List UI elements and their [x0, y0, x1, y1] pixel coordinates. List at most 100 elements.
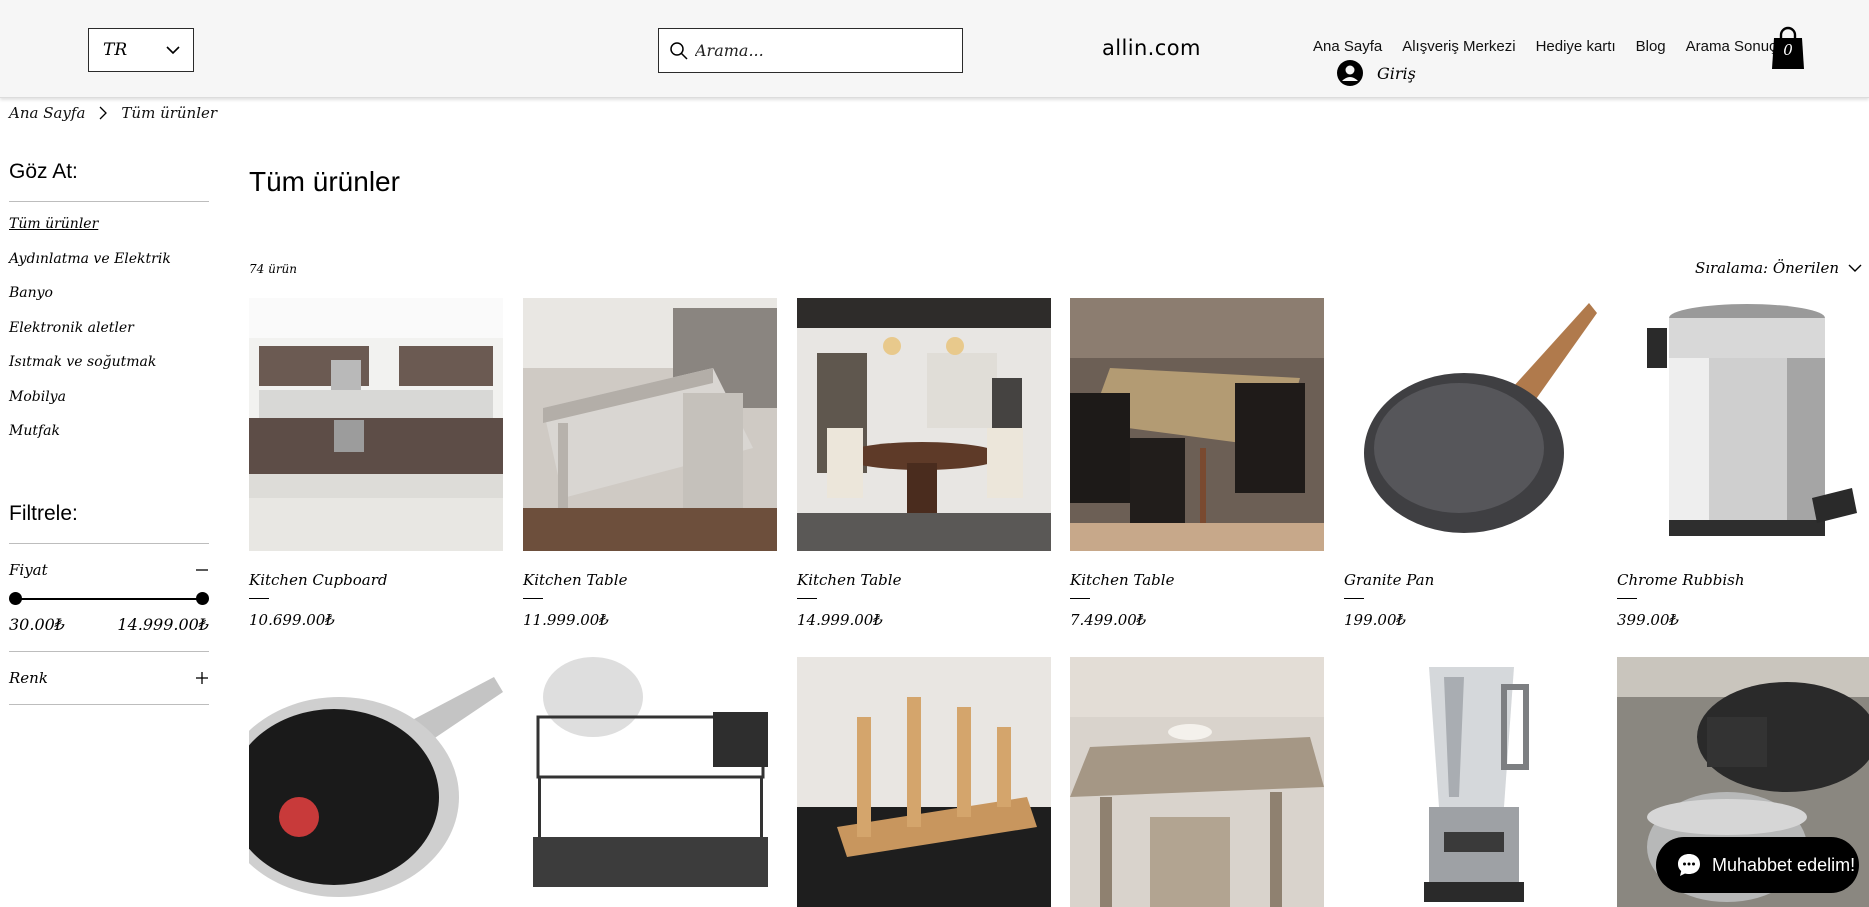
product-name: Granite Pan — [1344, 571, 1435, 589]
round-dining-table-image — [797, 298, 1051, 551]
product-image[interactable] — [523, 657, 777, 907]
search-icon — [670, 41, 688, 60]
product-price: 10.699.00₺ — [249, 611, 335, 629]
breadcrumb: Ana Sayfa Tüm ürünler — [9, 104, 217, 122]
product-card[interactable] — [1070, 657, 1324, 907]
product-price: 199.00₺ — [1344, 611, 1407, 629]
chat-label: Muhabbet edelim! — [1712, 854, 1856, 875]
product-count: 74 ürün — [249, 262, 298, 276]
price-max-value: 14.999.00₺ — [117, 614, 209, 634]
product-price: 11.999.00₺ — [523, 611, 609, 629]
category-item-electronics[interactable]: Elektronik aletler — [9, 320, 209, 355]
user-avatar-icon — [1337, 60, 1363, 86]
glass-dining-table-image — [523, 298, 777, 551]
search-box[interactable] — [658, 28, 963, 73]
nav-blog[interactable]: Blog — [1636, 38, 1666, 55]
product-price: 7.499.00₺ — [1070, 611, 1147, 629]
price-range-slider[interactable] — [9, 589, 209, 609]
divider — [797, 598, 817, 599]
product-image[interactable] — [1344, 298, 1598, 551]
nav-shop[interactable]: Alışveriş Merkezi — [1402, 38, 1515, 55]
product-card[interactable] — [797, 657, 1051, 907]
product-image[interactable] — [797, 298, 1051, 551]
sidebar: Göz At: Tüm ürünler Aydınlatma ve Elektr… — [9, 160, 209, 705]
wooden-plate-rack-image — [797, 657, 1051, 907]
category-item-lighting[interactable]: Aydınlatma ve Elektrik — [9, 251, 209, 286]
product-image[interactable] — [1070, 298, 1324, 551]
nav-home[interactable]: Ana Sayfa — [1313, 38, 1382, 55]
divider — [1617, 598, 1637, 599]
product-image[interactable] — [523, 298, 777, 551]
granite-pan-image — [1344, 298, 1598, 551]
product-image[interactable] — [797, 657, 1051, 907]
divider — [249, 598, 269, 599]
slider-handle-min[interactable] — [9, 591, 22, 605]
product-card[interactable] — [1344, 657, 1598, 907]
chrome-rubbish-bin-image — [1617, 298, 1869, 551]
product-name: Kitchen Cupboard — [249, 571, 388, 589]
product-name: Chrome Rubbish — [1617, 571, 1745, 589]
divider — [9, 201, 209, 202]
slider-handle-max[interactable] — [196, 591, 209, 605]
product-card[interactable]: Kitchen Table 14.999.00₺ — [797, 298, 1051, 629]
frying-pan-image — [249, 657, 503, 907]
browse-heading: Göz At: — [9, 160, 78, 183]
product-image[interactable] — [249, 657, 503, 907]
product-card[interactable]: Granite Pan 199.00₺ — [1344, 298, 1598, 629]
product-card[interactable]: Kitchen Cupboard 10.699.00₺ — [249, 298, 503, 629]
product-name: Kitchen Table — [797, 571, 902, 589]
minus-icon — [196, 568, 208, 571]
nav-gift-card[interactable]: Hediye kartı — [1536, 38, 1616, 55]
price-filter-toggle[interactable]: Fiyat — [9, 561, 209, 579]
login-button[interactable]: Giriş — [1337, 60, 1416, 86]
breadcrumb-home[interactable]: Ana Sayfa — [9, 104, 85, 122]
search-input[interactable] — [695, 41, 945, 60]
kitchen-cupboard-image — [249, 298, 503, 551]
product-image[interactable] — [1070, 657, 1324, 907]
product-card[interactable] — [249, 657, 503, 907]
product-name: Kitchen Table — [1070, 571, 1175, 589]
chevron-down-icon — [1848, 264, 1862, 272]
plus-icon — [196, 671, 208, 684]
price-filter-label: Fiyat — [9, 560, 48, 579]
site-logo[interactable]: allin.com — [1102, 36, 1201, 60]
page-title: Tüm ürünler — [249, 166, 400, 197]
price-range-values: 30.00₺ 14.999.00₺ — [9, 615, 209, 634]
category-item-furniture[interactable]: Mobilya — [9, 389, 209, 424]
divider — [9, 703, 209, 705]
divider — [9, 542, 209, 544]
cart-count: 0 — [1783, 41, 1793, 59]
blender-image — [1344, 657, 1598, 907]
language-value: TR — [103, 40, 128, 60]
chevron-down-icon — [166, 46, 180, 55]
main-nav: Ana Sayfa Alışveriş Merkezi Hediye kartı… — [1303, 38, 1807, 55]
wooden-dining-table-image — [1070, 298, 1324, 551]
product-image[interactable] — [1617, 298, 1869, 551]
site-header: TR allin.com Ana Sayfa Alışveriş Merkezi… — [0, 0, 1869, 98]
price-min-value: 30.00₺ — [9, 614, 65, 634]
product-image[interactable] — [1344, 657, 1598, 907]
language-selector[interactable]: TR — [88, 28, 194, 72]
product-card[interactable]: Chrome Rubbish 399.00₺ — [1617, 298, 1869, 629]
login-label: Giriş — [1377, 63, 1416, 83]
slider-track — [15, 597, 203, 600]
sort-dropdown[interactable]: Sıralama: Önerilen — [1695, 259, 1863, 277]
divider — [1344, 598, 1364, 599]
product-card[interactable]: Kitchen Table 11.999.00₺ — [523, 298, 777, 629]
color-filter-toggle[interactable]: Renk — [9, 669, 209, 687]
category-item-bathroom[interactable]: Banyo — [9, 285, 209, 320]
product-card[interactable] — [523, 657, 777, 907]
cart-button[interactable]: 0 — [1771, 26, 1805, 70]
product-image[interactable] — [249, 298, 503, 551]
chat-button[interactable]: Muhabbet edelim! — [1656, 837, 1859, 893]
category-item-kitchen[interactable]: Mutfak — [9, 423, 209, 458]
color-filter-label: Renk — [9, 668, 48, 687]
product-price: 14.999.00₺ — [797, 611, 883, 629]
category-item-all[interactable]: Tüm ürünler — [9, 216, 209, 251]
category-list: Tüm ürünler Aydınlatma ve Elektrik Banyo… — [9, 216, 209, 458]
product-card[interactable]: Kitchen Table 7.499.00₺ — [1070, 298, 1324, 629]
breadcrumb-current: Tüm ürünler — [121, 104, 218, 122]
product-price: 399.00₺ — [1617, 611, 1680, 629]
category-item-heating-cooling[interactable]: Isıtmak ve soğutmak — [9, 354, 209, 389]
divider — [9, 650, 209, 652]
